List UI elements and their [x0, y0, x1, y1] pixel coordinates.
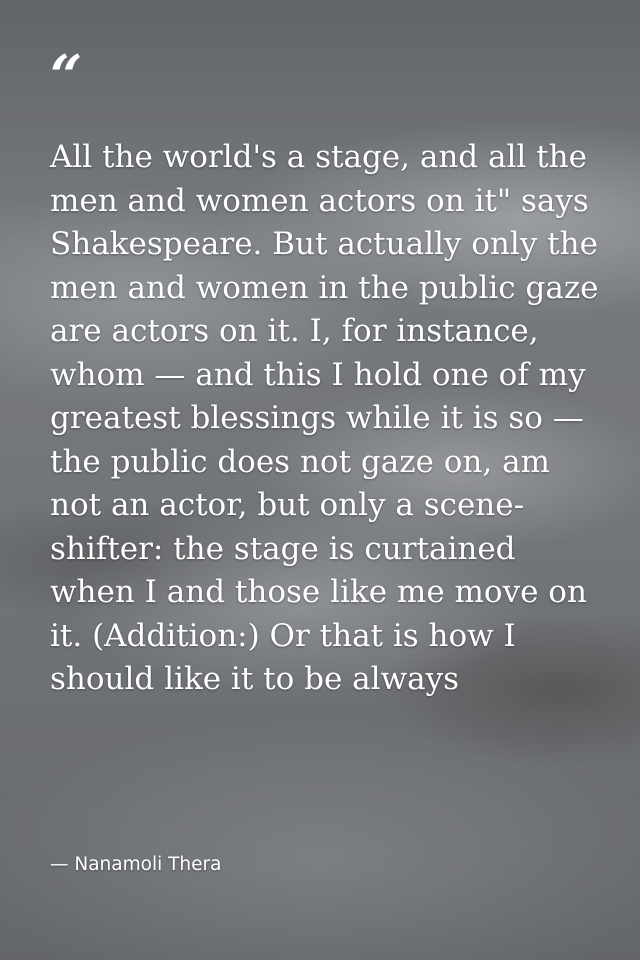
quote-author: — Nanamoli Thera	[50, 854, 222, 875]
quote-mark-icon: “	[50, 48, 83, 88]
quote-text: All the world's a stage, and all the men…	[50, 139, 599, 697]
